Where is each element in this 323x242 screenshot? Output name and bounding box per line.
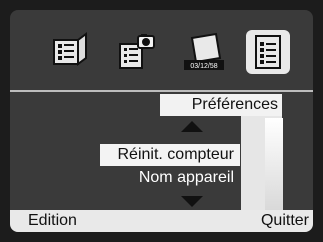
scroll-thumb[interactable] (265, 118, 283, 210)
tab-4[interactable] (246, 30, 290, 74)
camera-settings-icon (119, 34, 155, 69)
tab-2[interactable] (114, 30, 158, 74)
tabbar-divider (10, 90, 313, 92)
camera-menu-screen: 03/12/58 Préférences Réinit. compteur No… (10, 10, 313, 232)
date-time-label: 03/12/58 (190, 63, 217, 70)
scroll-up-arrow-icon[interactable] (181, 121, 203, 132)
menu-item-reset-counter[interactable]: Réinit. compteur (100, 144, 240, 166)
top-tabbar: 03/12/58 (10, 10, 313, 90)
bottom-bar: Edition Quitter (10, 210, 313, 232)
page-title: Préférences (160, 94, 282, 116)
quit-softkey[interactable]: Quitter (261, 210, 309, 232)
menu-item-camera-name[interactable]: Nom appareil (100, 167, 240, 189)
date-time-icon: 03/12/58 (184, 32, 224, 70)
tab-3[interactable]: 03/12/58 (182, 30, 226, 74)
scroll-down-arrow-icon[interactable] (181, 196, 203, 207)
preferences-checklist-icon (255, 35, 281, 69)
edit-softkey[interactable]: Edition (28, 210, 77, 232)
document-list-icon (53, 32, 87, 66)
tab-1[interactable] (46, 30, 90, 74)
